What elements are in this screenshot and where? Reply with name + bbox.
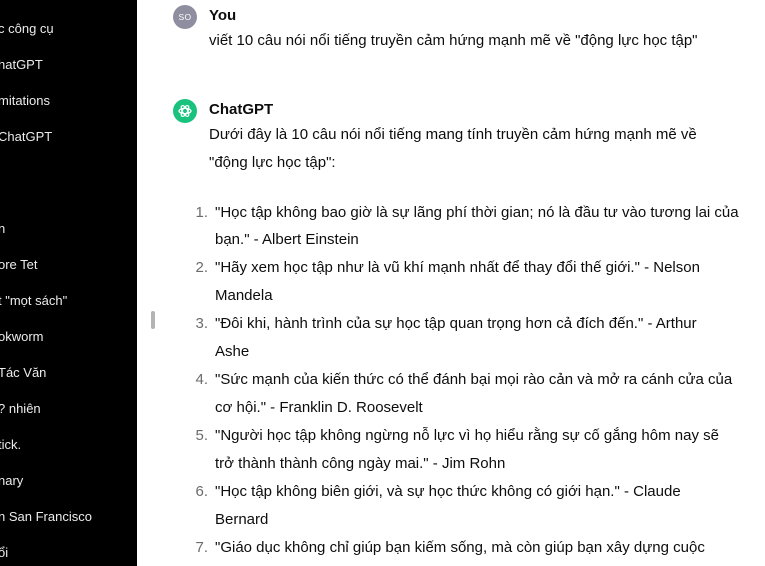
- sidebar-item[interactable]: ChatGPT: [0, 126, 52, 148]
- sidebar-item[interactable]: n: [0, 218, 5, 240]
- list-item: "Người học tập không ngừng nỗ lực vì họ …: [215, 427, 719, 444]
- sidebar-item[interactable]: tick.: [0, 434, 21, 456]
- list-item: "Học tập không biên giới, và sự học thức…: [215, 483, 681, 500]
- sidebar-item[interactable]: n San Francisco: [0, 506, 92, 528]
- sidebar: c công cụ hatGPT mitations ChatGPT n ore…: [0, 0, 137, 566]
- list-number: 7.: [195, 539, 208, 556]
- list-number: 5.: [195, 427, 208, 444]
- list-number: 4.: [195, 371, 208, 388]
- chatgpt-logo-icon: [173, 99, 197, 123]
- sidebar-item[interactable]: ore Tet: [0, 254, 38, 276]
- sidebar-item[interactable]: c công cụ: [0, 18, 54, 40]
- list-item: trở thành thành công ngày mai." - Jim Ro…: [215, 455, 506, 472]
- sidebar-resize-handle[interactable]: [151, 311, 155, 329]
- list-item: "Sức mạnh của kiến thức có thể đánh bại …: [215, 371, 733, 388]
- sidebar-item[interactable]: hatGPT: [0, 54, 43, 76]
- sidebar-item[interactable]: Tác Văn: [0, 362, 46, 384]
- list-item: "Đôi khi, hành trình của sự học tập quan…: [215, 315, 697, 332]
- list-item: Bernard: [215, 511, 269, 528]
- sidebar-item[interactable]: nary: [0, 470, 23, 492]
- list-item: cơ hội." - Franklin D. Roosevelt: [215, 399, 423, 416]
- assistant-intro-text: "động lực học tập":: [209, 154, 336, 171]
- list-number: 2.: [195, 259, 208, 276]
- sidebar-item[interactable]: ? nhiên: [0, 398, 41, 420]
- list-item: Mandela: [215, 287, 273, 304]
- list-number: 6.: [195, 483, 208, 500]
- assistant-author-label: ChatGPT: [209, 101, 274, 118]
- app-root: c công cụ hatGPT mitations ChatGPT n ore…: [0, 0, 765, 566]
- list-number: 3.: [195, 315, 208, 332]
- sidebar-item[interactable]: okworm: [0, 326, 44, 348]
- sidebar-item[interactable]: ổi: [0, 542, 8, 564]
- list-number: 1.: [195, 204, 208, 221]
- list-item: "Hãy xem học tập như là vũ khí mạnh nhất…: [215, 259, 700, 276]
- sidebar-item[interactable]: mitations: [0, 90, 50, 112]
- list-item: bạn." - Albert Einstein: [215, 231, 359, 248]
- list-item: "Học tập không bao giờ là sự lãng phí th…: [215, 204, 739, 221]
- avatar: SO: [173, 5, 197, 29]
- list-item: Ashe: [215, 343, 250, 360]
- list-item: "Giáo dục không chỉ giúp bạn kiếm sống, …: [215, 539, 705, 556]
- sidebar-item[interactable]: t "mọt sách": [0, 290, 67, 312]
- assistant-intro-text: Dưới đây là 10 câu nói nổi tiếng mang tí…: [209, 126, 697, 143]
- user-message-text: viết 10 câu nói nổi tiếng truyền cảm hứn…: [209, 32, 698, 49]
- user-author-label: You: [209, 7, 237, 24]
